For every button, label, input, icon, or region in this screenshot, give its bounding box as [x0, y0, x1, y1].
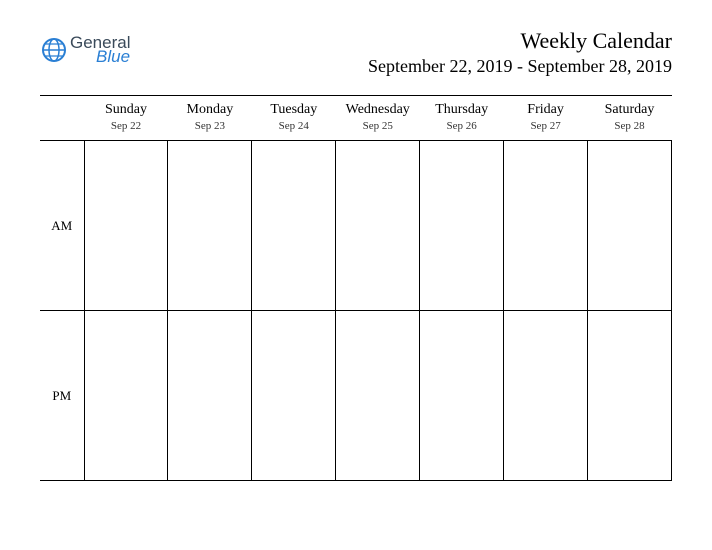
day-header: Wednesday Sep 25 — [336, 96, 420, 141]
page-title: Weekly Calendar — [368, 28, 672, 54]
day-date: Sep 27 — [506, 120, 586, 132]
calendar-cell[interactable] — [336, 141, 420, 311]
time-label-pm: PM — [40, 311, 84, 481]
logo: General Blue — [40, 34, 130, 65]
title-block: Weekly Calendar September 22, 2019 - Sep… — [368, 28, 672, 77]
day-header: Monday Sep 23 — [168, 96, 252, 141]
logo-text: General Blue — [70, 34, 130, 65]
calendar-cell[interactable] — [588, 141, 672, 311]
calendar-cell[interactable] — [588, 311, 672, 481]
day-date: Sep 28 — [590, 120, 670, 132]
day-name: Saturday — [590, 102, 670, 118]
day-name: Thursday — [422, 102, 502, 118]
day-header: Friday Sep 27 — [504, 96, 588, 141]
day-header: Saturday Sep 28 — [588, 96, 672, 141]
time-label-am: AM — [40, 141, 84, 311]
day-name: Friday — [506, 102, 586, 118]
day-name: Monday — [170, 102, 250, 118]
day-date: Sep 24 — [254, 120, 334, 132]
day-date: Sep 23 — [170, 120, 250, 132]
calendar-cell[interactable] — [420, 141, 504, 311]
day-name: Sunday — [86, 102, 166, 118]
date-range: September 22, 2019 - September 28, 2019 — [368, 56, 672, 77]
calendar-cell[interactable] — [252, 141, 336, 311]
am-row: AM — [40, 141, 672, 311]
time-col-header — [40, 96, 84, 141]
pm-row: PM — [40, 311, 672, 481]
calendar-cell[interactable] — [504, 141, 588, 311]
day-name: Tuesday — [254, 102, 334, 118]
day-header: Thursday Sep 26 — [420, 96, 504, 141]
calendar-cell[interactable] — [168, 311, 252, 481]
day-name: Wednesday — [338, 102, 418, 118]
calendar-cell[interactable] — [504, 311, 588, 481]
calendar-cell[interactable] — [168, 141, 252, 311]
header-row: Sunday Sep 22 Monday Sep 23 Tuesday Sep … — [40, 96, 672, 141]
day-header: Sunday Sep 22 — [84, 96, 168, 141]
globe-icon — [40, 36, 68, 64]
day-date: Sep 25 — [338, 120, 418, 132]
calendar-cell[interactable] — [252, 311, 336, 481]
weekly-calendar-table: Sunday Sep 22 Monday Sep 23 Tuesday Sep … — [40, 95, 672, 481]
header: General Blue Weekly Calendar September 2… — [40, 28, 672, 77]
calendar-cell[interactable] — [336, 311, 420, 481]
day-date: Sep 26 — [422, 120, 502, 132]
calendar-cell[interactable] — [84, 141, 168, 311]
logo-word-blue: Blue — [96, 48, 130, 65]
day-date: Sep 22 — [86, 120, 166, 132]
day-header: Tuesday Sep 24 — [252, 96, 336, 141]
calendar-cell[interactable] — [84, 311, 168, 481]
calendar-cell[interactable] — [420, 311, 504, 481]
